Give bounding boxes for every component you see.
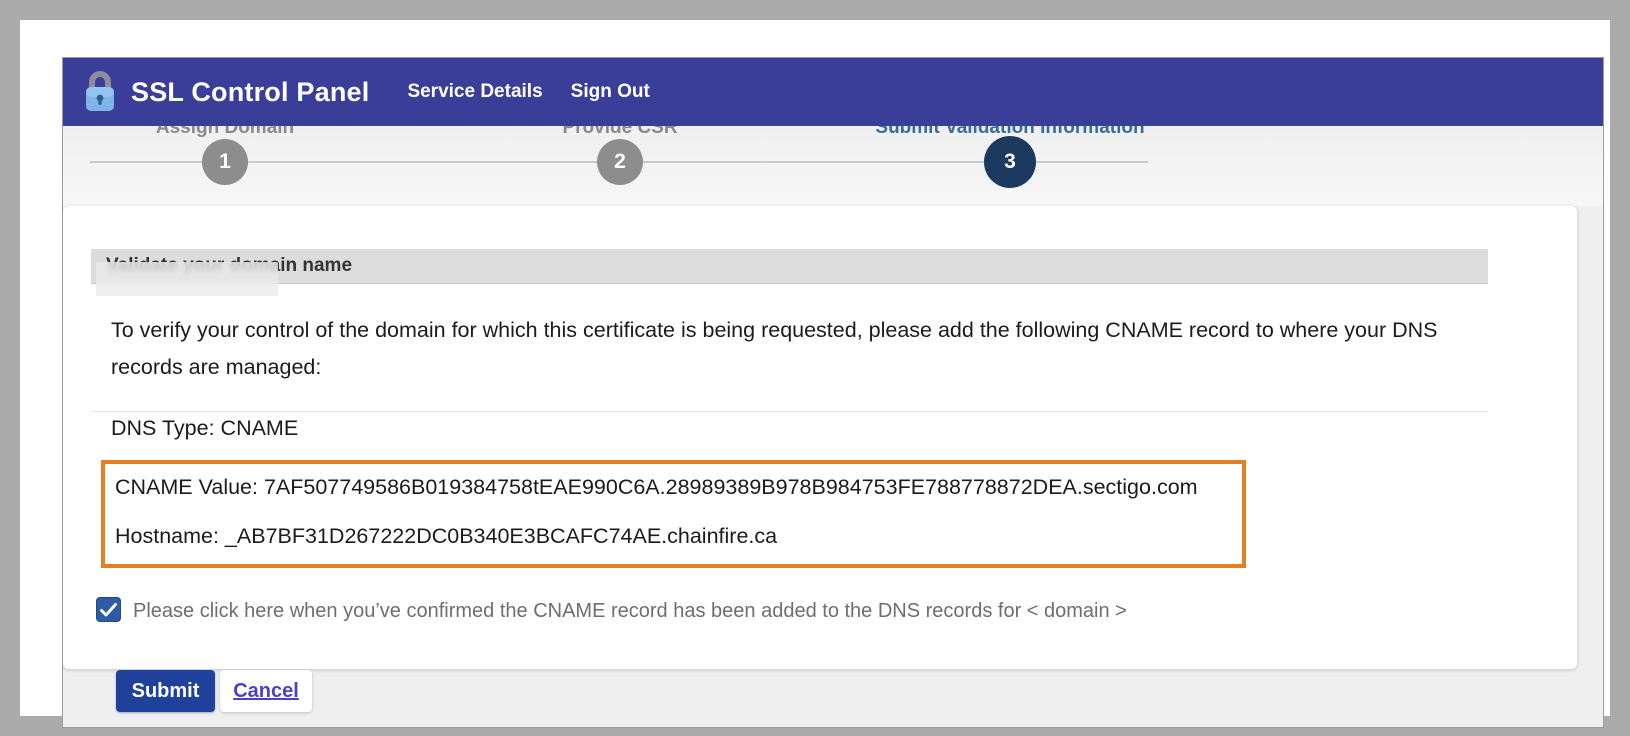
hostname-text: Hostname: _AB7BF31D267222DC0B340E3BCAFC7… bbox=[115, 524, 778, 548]
check-icon bbox=[100, 602, 117, 617]
screenshot-frame: SSL Control Panel Service Details Sign O… bbox=[0, 0, 1630, 736]
validation-panel: Validate your domain name To verify your… bbox=[63, 206, 1577, 669]
step-circle-1[interactable]: 1 bbox=[202, 139, 248, 185]
redaction-blur-patch bbox=[96, 262, 278, 296]
header-nav: Service Details Sign Out bbox=[407, 81, 649, 103]
cname-record-box: CNAME Value: 7AF507749586B019384758tEAE9… bbox=[101, 460, 1246, 568]
submit-button[interactable]: Submit bbox=[116, 670, 215, 712]
section-titlebar: Validate your domain name bbox=[91, 249, 1488, 284]
lock-icon bbox=[83, 71, 117, 113]
step-label-assign-domain: Assign Domain bbox=[155, 126, 295, 138]
cname-value-text: CNAME Value: 7AF507749586B019384758tEAE9… bbox=[115, 475, 1198, 499]
step-circle-2[interactable]: 2 bbox=[597, 139, 643, 185]
intro-text: To verify your control of the domain for… bbox=[111, 318, 1438, 379]
confirmation-label: Please click here when you’ve confirmed … bbox=[133, 600, 1127, 622]
nav-service-details[interactable]: Service Details bbox=[407, 81, 542, 103]
step-label-provide-csr: Provide CSR bbox=[562, 126, 678, 138]
step-circle-3[interactable]: 3 bbox=[984, 136, 1036, 188]
confirmation-row: Please click here when you’ve confirmed … bbox=[96, 597, 1127, 624]
confirmation-checkbox[interactable] bbox=[96, 597, 121, 622]
dns-type-text: DNS Type: CNAME bbox=[111, 416, 299, 440]
ssl-control-panel-window: SSL Control Panel Service Details Sign O… bbox=[62, 57, 1604, 728]
nav-sign-out[interactable]: Sign Out bbox=[571, 81, 650, 103]
app-title: SSL Control Panel bbox=[131, 76, 370, 107]
divider bbox=[91, 411, 1488, 412]
progress-stepper: Assign Domain 1 Provide CSR 2 Submit Val… bbox=[63, 126, 1603, 206]
cancel-button[interactable]: Cancel bbox=[220, 670, 312, 712]
app-header: SSL Control Panel Service Details Sign O… bbox=[63, 58, 1603, 126]
